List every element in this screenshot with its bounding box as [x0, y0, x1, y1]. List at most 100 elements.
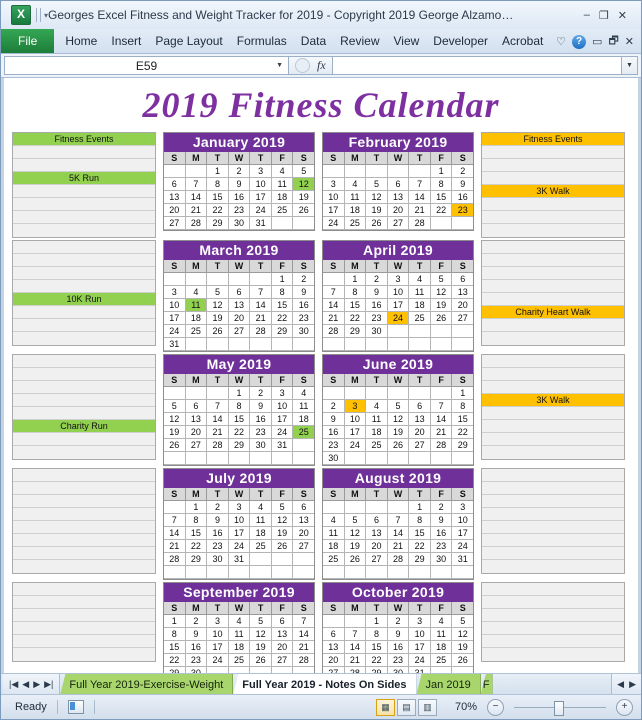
day-cell[interactable]: 22	[366, 654, 388, 667]
day-cell[interactable]: 2	[323, 400, 345, 413]
day-cell[interactable]: 27	[164, 217, 186, 230]
day-cell[interactable]: 14	[207, 413, 229, 426]
zoom-slider-thumb[interactable]	[554, 700, 564, 716]
empty-cell[interactable]	[482, 293, 624, 306]
day-cell[interactable]: 30	[430, 553, 453, 566]
day-cell[interactable]: 29	[366, 667, 388, 673]
day-cell[interactable]: 31	[271, 439, 294, 452]
day-cell[interactable]: 9	[207, 514, 229, 527]
day-cell[interactable]: 4	[344, 178, 367, 191]
scroll-right-icon[interactable]: ▶	[629, 679, 636, 690]
empty-day-cell[interactable]	[250, 273, 272, 286]
day-cell[interactable]: 21	[430, 426, 453, 439]
day-cell[interactable]: 1	[271, 273, 294, 286]
day-cell[interactable]: 5	[271, 501, 294, 514]
empty-day-cell[interactable]	[207, 387, 229, 400]
day-cell[interactable]: 24	[164, 325, 186, 338]
tab-acrobat[interactable]: Acrobat	[495, 29, 550, 53]
empty-cell[interactable]	[13, 254, 155, 267]
name-box-dropdown-icon[interactable]: ▼	[276, 62, 283, 69]
day-cell[interactable]: 31	[452, 553, 474, 566]
empty-day-cell[interactable]	[452, 452, 474, 465]
day-cell[interactable]: 15	[366, 641, 388, 654]
day-cell[interactable]: 19	[164, 426, 186, 439]
empty-day-cell[interactable]	[228, 667, 251, 673]
day-cell[interactable]: 25	[250, 540, 272, 553]
day-cell[interactable]: 26	[293, 204, 315, 217]
day-cell[interactable]: 14	[250, 299, 272, 312]
day-cell[interactable]: 16	[250, 413, 272, 426]
day-cell[interactable]: 8	[344, 286, 367, 299]
day-cell[interactable]: 15	[228, 413, 251, 426]
day-cell[interactable]: 12	[164, 413, 186, 426]
empty-day-cell[interactable]	[293, 667, 315, 673]
day-cell[interactable]: 10	[323, 191, 345, 204]
day-cell[interactable]: 17	[164, 312, 186, 325]
day-cell[interactable]: 11	[293, 400, 315, 413]
day-cell[interactable]: 25	[228, 654, 251, 667]
empty-day-cell[interactable]	[430, 452, 453, 465]
day-cell[interactable]: 9	[185, 628, 208, 641]
day-cell[interactable]: 10	[250, 178, 272, 191]
sheet-tab[interactable]: F	[480, 674, 493, 694]
day-cell[interactable]: 8	[207, 178, 229, 191]
empty-day-cell[interactable]	[207, 452, 229, 465]
day-cell[interactable]: 27	[185, 439, 208, 452]
day-cell[interactable]: 19	[293, 191, 315, 204]
day-cell[interactable]: 30	[228, 217, 251, 230]
day-cell[interactable]: 13	[293, 514, 315, 527]
day-cell[interactable]: 3	[271, 387, 294, 400]
tab-file[interactable]: File	[1, 29, 55, 53]
day-cell[interactable]: 29	[164, 667, 186, 673]
day-cell[interactable]: 22	[344, 312, 367, 325]
day-cell[interactable]: 3	[387, 273, 410, 286]
empty-day-cell[interactable]	[409, 165, 431, 178]
day-cell[interactable]: 11	[250, 514, 272, 527]
next-sheet-icon[interactable]: ▶	[33, 679, 40, 690]
day-cell[interactable]: 22	[207, 204, 229, 217]
sheet-tab[interactable]: Full Year 2019-Exercise-Weight	[60, 674, 234, 694]
empty-cell[interactable]	[13, 224, 155, 237]
empty-cell[interactable]	[13, 508, 155, 521]
empty-day-cell[interactable]	[452, 667, 474, 673]
event-cell[interactable]: Charity Run	[13, 420, 155, 433]
day-cell[interactable]: 25	[409, 312, 431, 325]
day-cell[interactable]: 3	[344, 400, 367, 413]
day-cell[interactable]: 7	[409, 178, 431, 191]
day-cell[interactable]: 1	[366, 615, 388, 628]
day-cell[interactable]: 13	[185, 413, 208, 426]
tab-home[interactable]: Home	[54, 29, 104, 53]
day-cell[interactable]: 26	[250, 654, 272, 667]
empty-cell[interactable]	[482, 648, 624, 661]
day-cell[interactable]: 26	[271, 540, 294, 553]
day-cell[interactable]: 7	[207, 400, 229, 413]
empty-cell[interactable]	[482, 241, 624, 254]
day-cell[interactable]: 5	[430, 273, 453, 286]
empty-cell[interactable]	[482, 609, 624, 622]
day-cell[interactable]: 2	[185, 615, 208, 628]
sheet-tabs[interactable]: Full Year 2019-Exercise-Weight Full Year …	[60, 674, 493, 694]
day-cell[interactable]: 15	[430, 191, 453, 204]
sheet-tab[interactable]: Full Year 2019 - Notes On Sides	[233, 674, 417, 694]
day-cell[interactable]: 1	[430, 165, 453, 178]
empty-day-cell[interactable]	[387, 325, 410, 338]
day-cell[interactable]: 30	[323, 452, 345, 465]
empty-day-cell[interactable]	[207, 667, 229, 673]
empty-day-cell[interactable]	[250, 566, 272, 579]
empty-day-cell[interactable]	[430, 338, 453, 351]
empty-cell[interactable]	[13, 146, 155, 159]
empty-cell[interactable]	[482, 420, 624, 433]
day-cell[interactable]: 25	[185, 325, 208, 338]
day-cell[interactable]: 6	[323, 628, 345, 641]
empty-day-cell[interactable]	[293, 566, 315, 579]
day-cell[interactable]: 21	[185, 204, 208, 217]
day-cell[interactable]: 31	[409, 667, 431, 673]
day-cell[interactable]: 10	[344, 413, 367, 426]
scroll-left-icon[interactable]: ◀	[617, 679, 624, 690]
day-cell[interactable]: 2	[228, 165, 251, 178]
empty-day-cell[interactable]	[250, 667, 272, 673]
day-cell[interactable]: 23	[293, 312, 315, 325]
day-cell[interactable]: 27	[387, 217, 410, 230]
day-cell[interactable]: 10	[452, 514, 474, 527]
sheet-tab-bar[interactable]: |◀ ◀ ▶ ▶| Full Year 2019-Exercise-Weight…	[1, 673, 641, 694]
